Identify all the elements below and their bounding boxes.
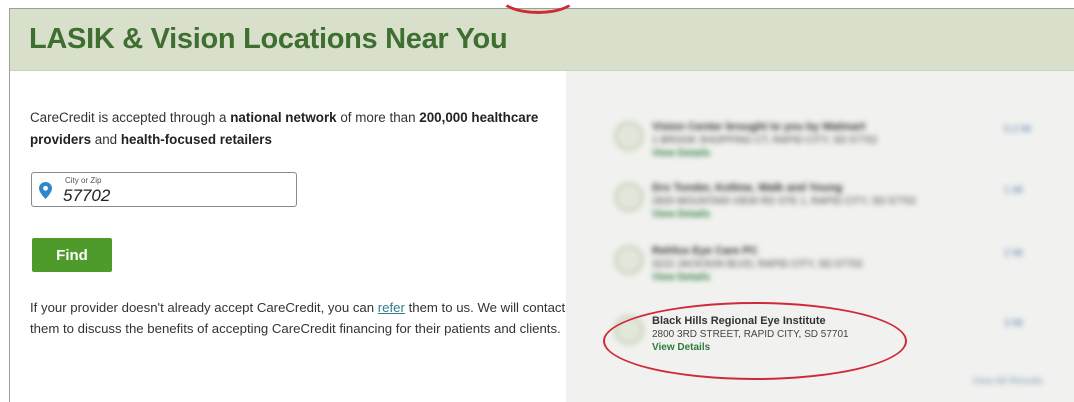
- result-name: Drs Tonder, Kollme, Walk and Young: [652, 182, 843, 194]
- result-marker-icon: [614, 245, 644, 275]
- search-panel: CareCredit is accepted through a nationa…: [10, 71, 566, 402]
- result-name: Rehfus Eye Care PC: [652, 245, 758, 257]
- refer-note: If your provider doesn't already accept …: [30, 297, 575, 339]
- intro-text-part: of more than: [336, 110, 420, 125]
- intro-text-part: and: [91, 132, 121, 147]
- refer-link[interactable]: refer: [378, 300, 405, 315]
- highlight-ellipse: [603, 302, 907, 380]
- view-details-link[interactable]: View Details: [652, 148, 710, 159]
- zip-input[interactable]: [63, 186, 283, 206]
- result-address: 1 BROOK SHOPPING CT, RAPID CITY, SD 5770…: [652, 135, 878, 146]
- intro-text-part: CareCredit is accepted through a: [30, 110, 231, 125]
- result-marker-icon: [614, 121, 644, 151]
- view-details-link[interactable]: View Details: [652, 272, 710, 283]
- note-text-part: If your provider doesn't already accept …: [30, 300, 378, 315]
- result-distance: 1 Mi: [1004, 185, 1023, 196]
- result-address: 2820 MOUNTAIN VIEW RD STE 1, RAPID CITY,…: [652, 196, 917, 207]
- page-header: LASIK & Vision Locations Near You: [10, 9, 1074, 71]
- result-name: Vision Center brought to you by Walmart: [652, 121, 866, 133]
- search-field-label: City or Zip: [65, 176, 102, 185]
- result-item[interactable]: Rehfus Eye Care PC 3222 JACKSON BLVD, RA…: [614, 245, 1044, 295]
- result-distance: 0.2 Mi: [1004, 124, 1032, 135]
- intro-bold-retailers: health-focused retailers: [120, 132, 272, 147]
- intro-text: CareCredit is accepted through a nationa…: [30, 107, 560, 151]
- intro-bold-national-network: national network: [230, 110, 337, 125]
- result-marker-icon: [614, 182, 644, 212]
- location-search-field[interactable]: City or Zip: [31, 172, 297, 207]
- result-distance: 2 Mi: [1004, 248, 1023, 259]
- view-details-link[interactable]: View Details: [652, 209, 710, 220]
- map-pin-icon: [39, 182, 52, 204]
- find-button[interactable]: Find: [32, 238, 112, 272]
- result-item[interactable]: Drs Tonder, Kollme, Walk and Young 2820 …: [614, 182, 1044, 232]
- view-all-results-link[interactable]: View All Results: [972, 376, 1043, 387]
- result-address: 3222 JACKSON BLVD, RAPID CITY, SD 57702: [652, 259, 863, 270]
- page-title: LASIK & Vision Locations Near You: [29, 23, 508, 55]
- result-distance: 3 Mi: [1004, 318, 1023, 329]
- result-item[interactable]: Vision Center brought to you by Walmart …: [614, 121, 1044, 171]
